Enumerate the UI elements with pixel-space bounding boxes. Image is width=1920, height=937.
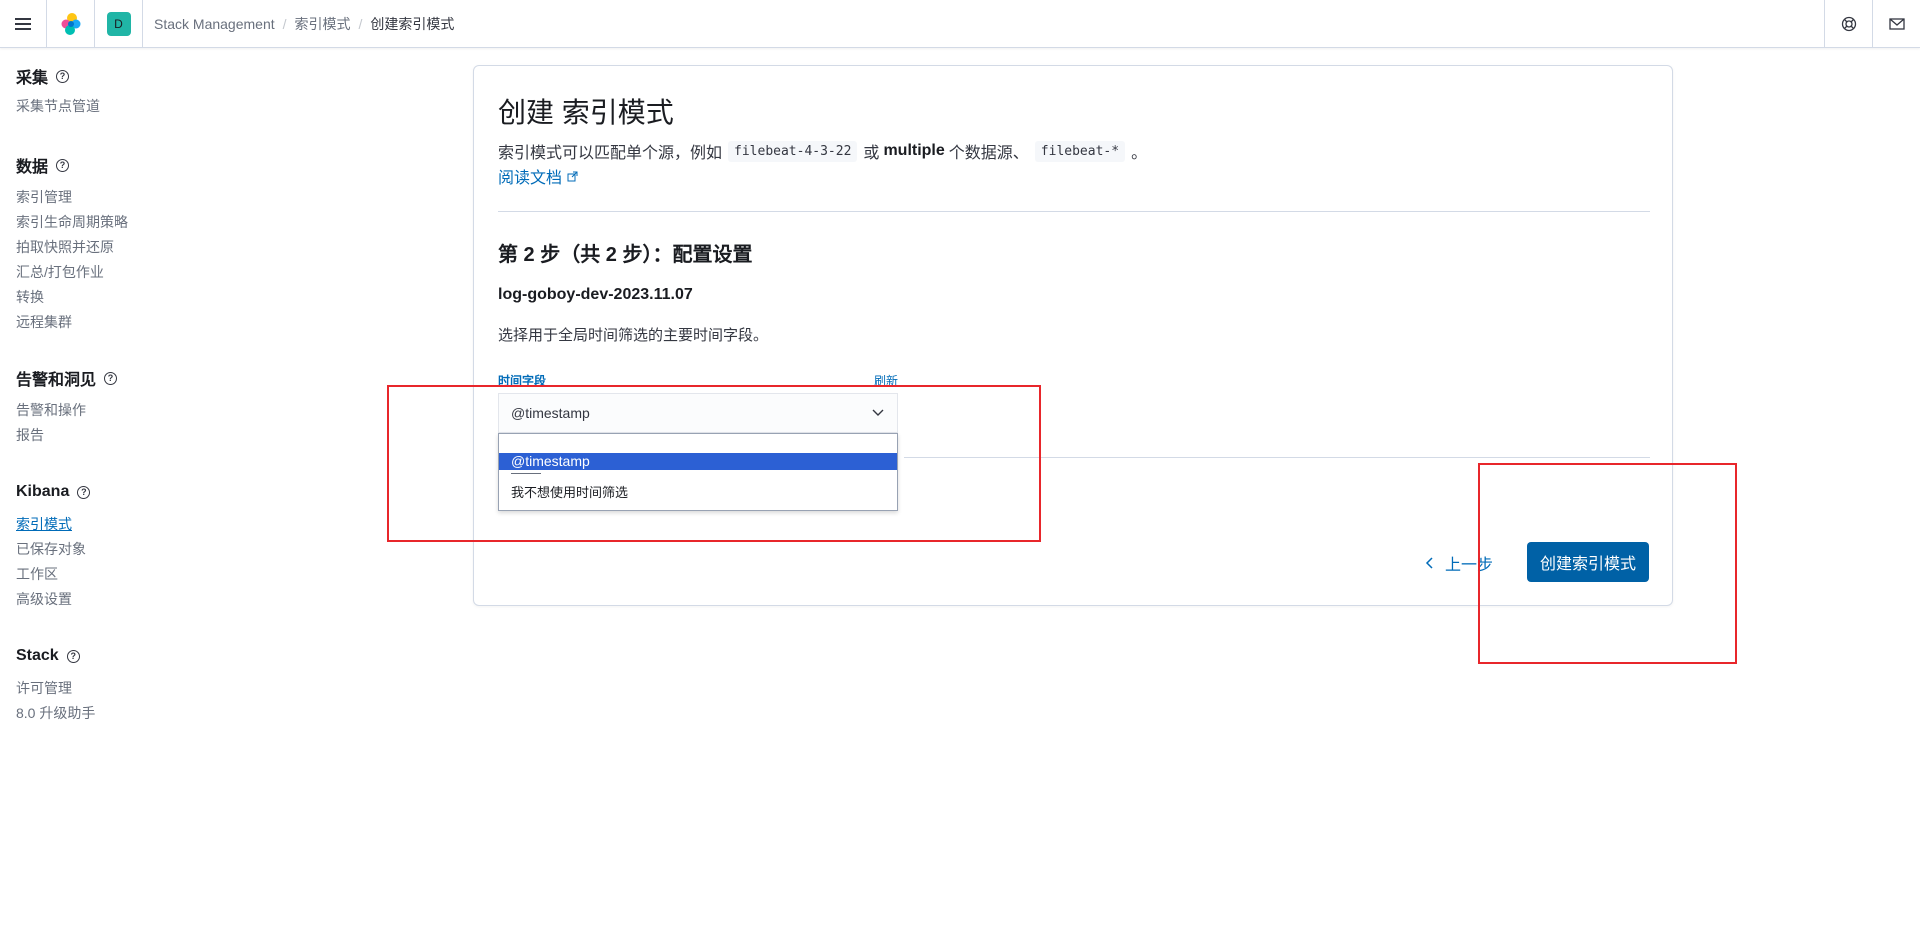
page-description: 索引模式可以匹配单个源，例如 filebeat-4-3-22 或 multipl… bbox=[498, 139, 1147, 163]
help-icon[interactable]: ? bbox=[77, 485, 91, 499]
sidebar-item-ilm-policies[interactable]: 索引生命周期策略 bbox=[16, 210, 216, 235]
external-link-icon bbox=[567, 171, 578, 181]
breadcrumb-index-patterns[interactable]: 索引模式 bbox=[295, 14, 351, 34]
nav-group-title-text: 采集 bbox=[16, 70, 49, 87]
sidebar-item-ingest-pipelines[interactable]: 采集节点管道 bbox=[16, 94, 216, 119]
desc-bold-text: multiple bbox=[883, 142, 945, 159]
help-icon[interactable]: ? bbox=[56, 69, 70, 83]
header-actions bbox=[1824, 0, 1920, 48]
sidebar-item-reporting[interactable]: 报告 bbox=[16, 423, 216, 448]
sidebar-item-index-patterns[interactable]: 索引模式 bbox=[16, 512, 216, 537]
sidebar-item-index-management[interactable]: 索引管理 bbox=[16, 185, 216, 210]
sidebar-item-snapshot-restore[interactable]: 拍取快照并还原 bbox=[16, 235, 216, 260]
read-docs-label: 阅读文档 bbox=[498, 170, 563, 187]
menu-toggle-button[interactable] bbox=[0, 0, 47, 48]
nav-group-title: 告警和洞见? bbox=[16, 366, 216, 390]
nav-group-stack: Stack? 许可管理 8.0 升级助手 bbox=[16, 644, 216, 726]
nav-group-ingest: 采集? 采集节点管道 bbox=[16, 64, 216, 119]
breadcrumb-separator: / bbox=[358, 15, 363, 32]
top-header: D Stack Management / 索引模式 / 创建索引模式 bbox=[0, 0, 1920, 48]
page-title: 创建 索引模式 bbox=[498, 97, 674, 128]
help-icon[interactable]: ? bbox=[66, 649, 80, 663]
desc-text: 索引模式可以匹配单个源，例如 bbox=[498, 145, 723, 162]
section-divider bbox=[498, 211, 1650, 212]
example-code-single: filebeat-4-3-22 bbox=[728, 140, 858, 162]
elastic-logo-icon bbox=[61, 12, 80, 35]
nav-group-kibana: Kibana? 索引模式 已保存对象 工作区 高级设置 bbox=[16, 480, 216, 612]
index-pattern-name: log-goboy-dev-2023.11.07 bbox=[498, 286, 693, 303]
breadcrumb: Stack Management / 索引模式 / 创建索引模式 bbox=[143, 14, 454, 34]
help-menu-button[interactable] bbox=[1824, 0, 1872, 48]
nav-group-title-text: Stack bbox=[16, 647, 59, 664]
desc-text: 或 bbox=[863, 145, 880, 162]
sidebar-item-transforms[interactable]: 转换 bbox=[16, 285, 216, 310]
newsfeed-button[interactable] bbox=[1872, 0, 1920, 48]
help-icon[interactable]: ? bbox=[104, 371, 118, 385]
nav-group-title-text: 告警和洞见 bbox=[16, 372, 97, 389]
mail-icon bbox=[1888, 18, 1905, 30]
sidebar-item-alerts-actions[interactable]: 告警和操作 bbox=[16, 398, 216, 423]
desc-text: 。 bbox=[1131, 145, 1148, 162]
breadcrumb-create-index-pattern: 创建索引模式 bbox=[370, 15, 455, 32]
sidebar-item-rollup-jobs[interactable]: 汇总/打包作业 bbox=[16, 260, 216, 285]
nav-group-title: Kibana? bbox=[16, 480, 216, 504]
sidebar-item-upgrade-assistant[interactable]: 8.0 升级助手 bbox=[16, 701, 216, 726]
example-code-wildcard: filebeat-* bbox=[1034, 140, 1126, 162]
nav-group-title: 采集? bbox=[16, 64, 216, 88]
breadcrumb-stack-management[interactable]: Stack Management bbox=[154, 16, 275, 32]
sidebar-item-remote-clusters[interactable]: 远程集群 bbox=[16, 310, 216, 335]
sidebar-item-license-management[interactable]: 许可管理 bbox=[16, 676, 216, 701]
breadcrumb-separator: / bbox=[282, 15, 287, 32]
annotation-box-time-field bbox=[387, 385, 1041, 542]
nav-group-title-text: Kibana bbox=[16, 483, 70, 500]
nav-group-alerts-insights: 告警和洞见? 告警和操作 报告 bbox=[16, 366, 216, 448]
nav-group-title-text: 数据 bbox=[16, 159, 49, 176]
sidebar-item-advanced-settings[interactable]: 高级设置 bbox=[16, 587, 216, 612]
nav-group-title: Stack? bbox=[16, 644, 216, 668]
space-avatar: D bbox=[106, 11, 131, 36]
help-icon[interactable]: ? bbox=[56, 158, 70, 172]
desc-text: 个数据源、 bbox=[948, 145, 1029, 162]
annotation-box-create-button bbox=[1478, 463, 1737, 664]
home-logo-link[interactable] bbox=[47, 0, 95, 48]
time-field-help-text: 选择用于全局时间筛选的主要时间字段。 bbox=[498, 327, 769, 344]
help-icon bbox=[1841, 16, 1856, 32]
read-docs-link[interactable]: 阅读文档 bbox=[498, 164, 578, 188]
sidebar-item-saved-objects[interactable]: 已保存对象 bbox=[16, 537, 216, 562]
chevron-left-icon bbox=[1425, 557, 1433, 569]
nav-group-data: 数据? 索引管理 索引生命周期策略 拍取快照并还原 汇总/打包作业 转换 远程集… bbox=[16, 153, 216, 335]
sidebar-item-spaces[interactable]: 工作区 bbox=[16, 562, 216, 587]
hamburger-icon bbox=[15, 17, 31, 30]
step-title: 第 2 步（共 2 步）：配置设置 bbox=[498, 244, 753, 266]
space-selector-button[interactable]: D bbox=[95, 0, 143, 48]
nav-group-title: 数据? bbox=[16, 153, 216, 177]
